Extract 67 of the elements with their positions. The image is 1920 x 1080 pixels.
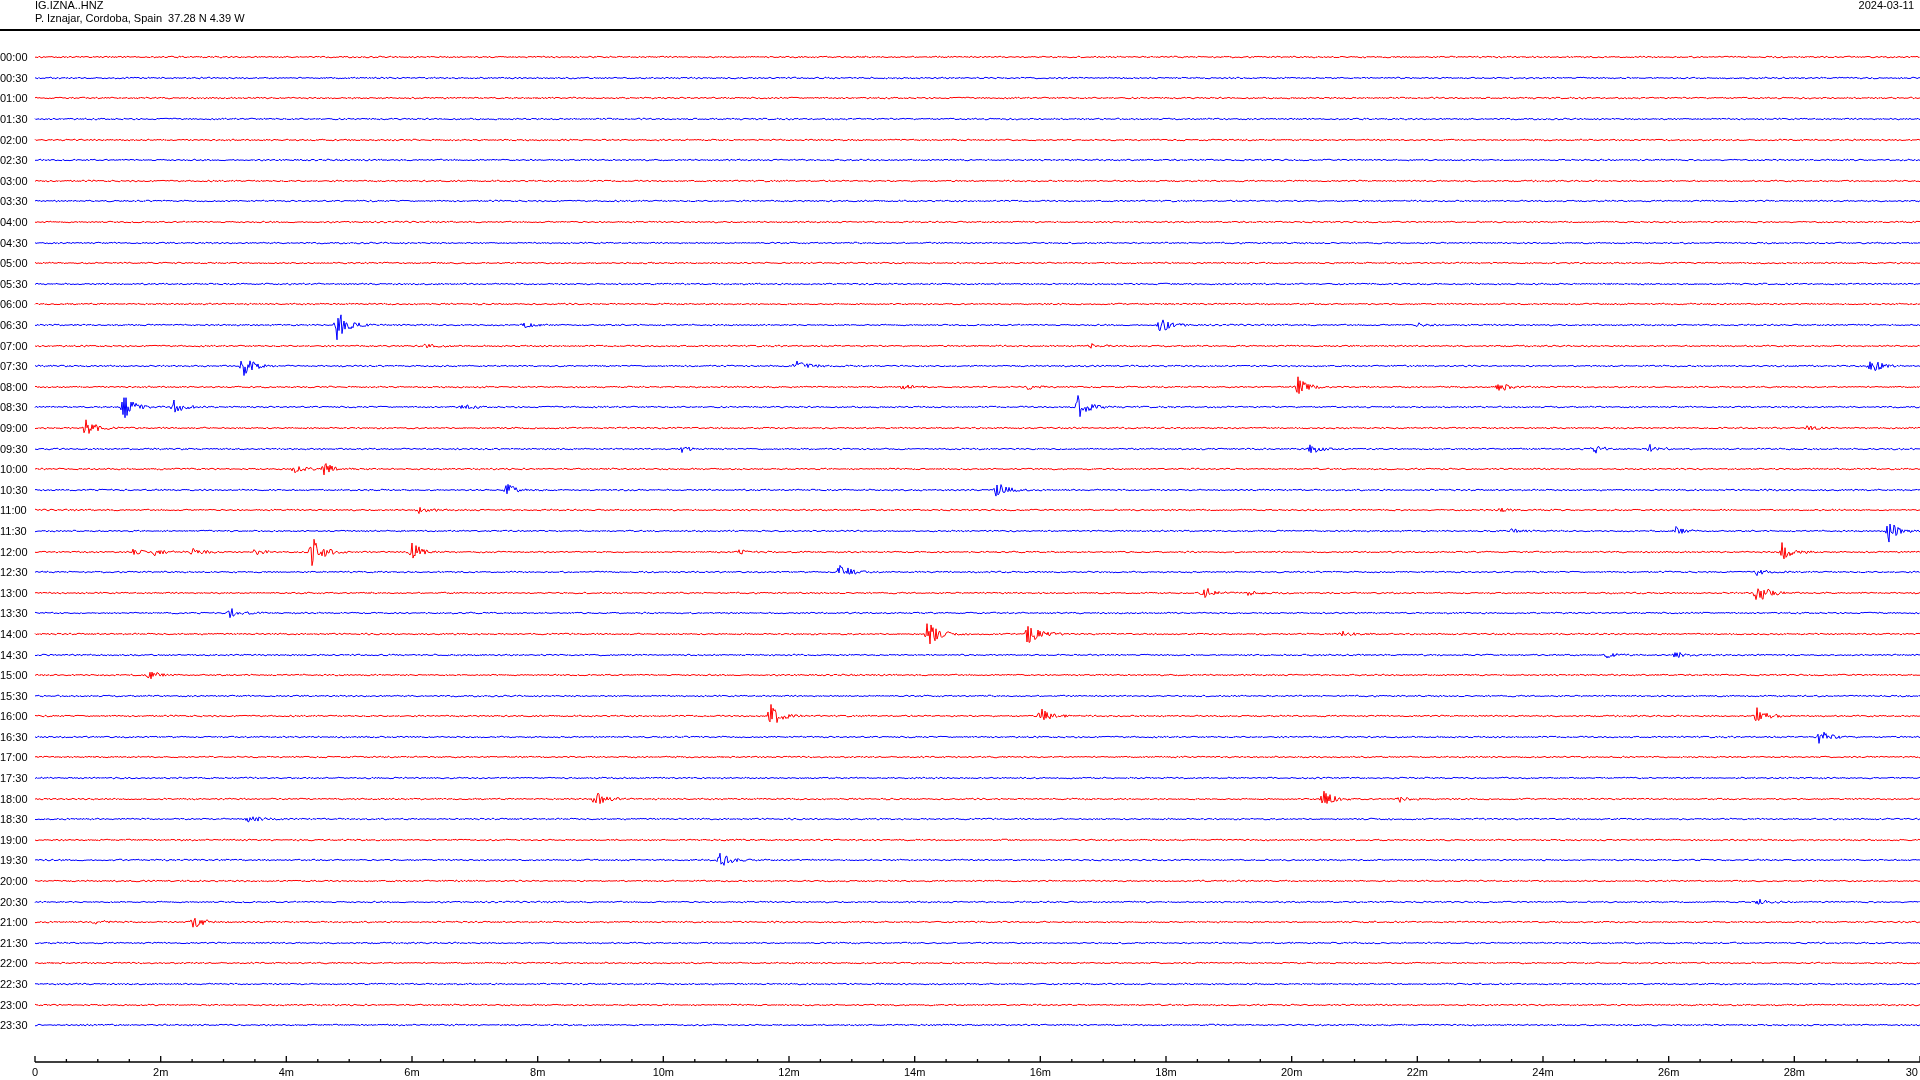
time-label: 03:00 [0,174,29,187]
tick-label: 12m [778,1065,800,1078]
tick-label: 10m [652,1065,675,1078]
time-label: 10:30 [0,483,29,496]
tick-label: 8m [530,1065,546,1078]
time-label: 02:00 [0,133,29,146]
time-label: 21:00 [0,916,29,929]
tick-label: 6m [404,1065,420,1078]
time-label: 03:30 [0,195,29,208]
time-label: 12:00 [0,545,29,558]
time-label: 23:00 [0,998,29,1011]
time-label: 12:30 [0,566,29,579]
time-label: 08:00 [0,380,29,393]
tick-label: 2m [153,1065,169,1078]
time-label: 22:00 [0,957,29,970]
time-label: 20:30 [0,895,29,908]
station-location: P. Iznajar, Cordoba, Spain 37.28 N 4.39 W [35,12,245,25]
time-label: 07:30 [0,360,29,373]
time-label: 04:00 [0,216,29,229]
time-label: 16:30 [0,730,29,743]
time-label: 18:00 [0,792,29,805]
tick-label: 30 [1905,1065,1918,1078]
tick-label: 24m [1532,1065,1554,1078]
time-label: 20:00 [0,875,29,888]
time-label: 19:30 [0,854,29,867]
time-label: 14:30 [0,648,29,661]
tick-label: 20m [1280,1065,1303,1078]
time-label: 13:30 [0,607,29,620]
time-label: 11:30 [0,524,28,537]
tick-label: 18m [1155,1065,1177,1078]
time-label: 18:30 [0,813,29,826]
tick-label: 26m [1657,1065,1680,1078]
time-label: 08:30 [0,401,29,414]
time-label: 01:00 [0,92,29,105]
time-label: 22:30 [0,978,29,990]
plot-date: 2024-03-11 [1858,0,1914,13]
time-label: 17:30 [0,772,29,785]
time-label: 09:30 [0,442,29,455]
time-label: 01:30 [0,113,29,126]
time-label: 23:30 [0,1019,29,1032]
time-label: 15:30 [0,689,29,702]
time-label: 17:00 [0,751,29,764]
time-label: 06:30 [0,319,29,331]
time-label: 21:30 [0,936,29,949]
tick-label: 16m [1029,1065,1052,1078]
time-label: 09:00 [0,422,29,434]
time-label: 05:00 [0,257,29,270]
time-label: 02:30 [0,154,29,167]
time-label: 04:30 [0,236,29,249]
time-label: 00:00 [0,51,29,64]
time-label: 05:30 [0,277,29,290]
time-label: 10:00 [0,463,29,476]
tick-label: 0 [31,1065,39,1078]
tick-label: 14m [903,1065,926,1078]
tick-label: 22m [1406,1065,1429,1078]
station-code: IG.IZNA..HNZ [35,0,105,12]
time-label: 16:00 [0,710,29,723]
time-label: 13:00 [0,586,29,599]
time-label: 14:00 [0,627,29,640]
time-label: 19:00 [0,833,29,846]
time-label: 07:00 [0,339,29,352]
time-label: 00:30 [0,71,29,84]
time-label: 11:00 [0,504,28,517]
time-label: 15:00 [0,669,29,682]
time-label: 06:00 [0,298,29,311]
tick-label: 4m [278,1065,294,1078]
tick-label: 28m [1783,1065,1806,1078]
